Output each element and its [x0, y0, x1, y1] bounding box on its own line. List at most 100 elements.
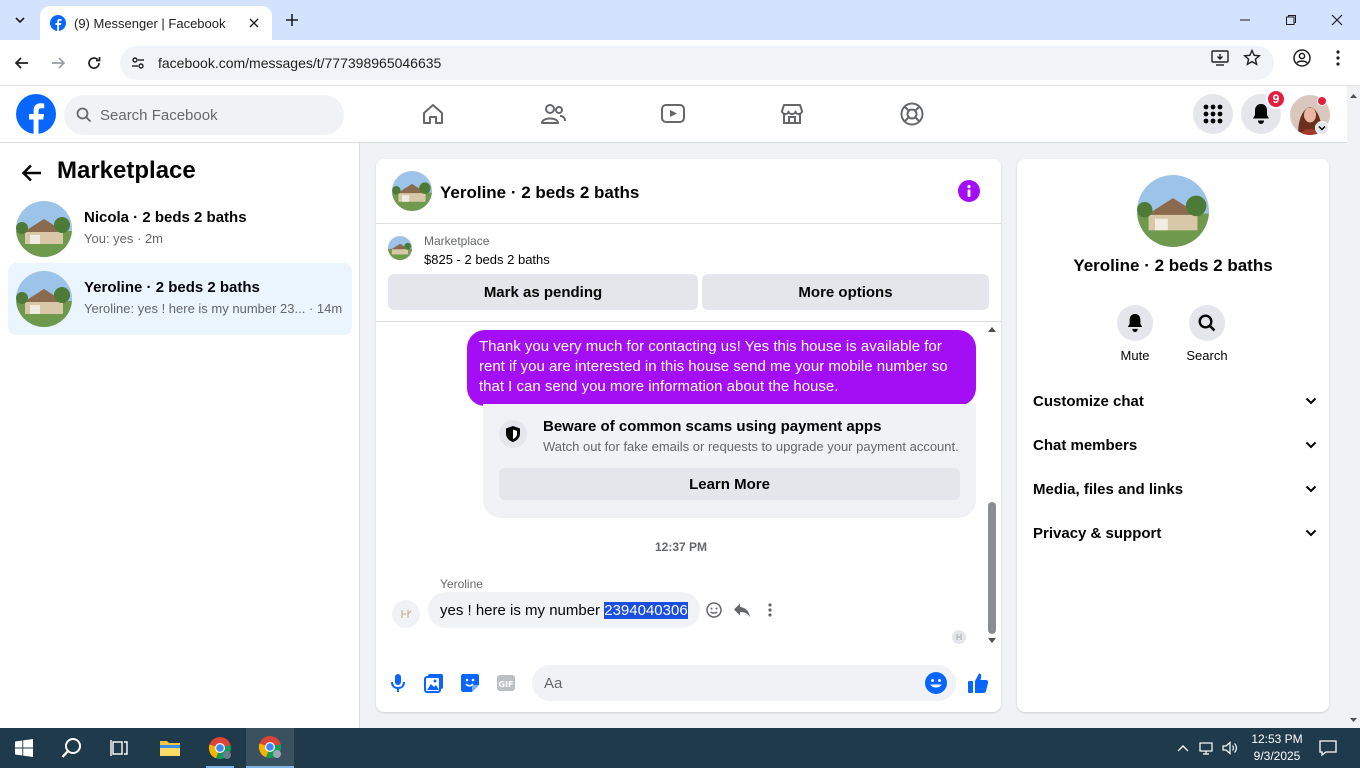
conversation-name: Nicola · 2 beds 2 baths — [84, 209, 247, 226]
profile-icon[interactable] — [1292, 48, 1312, 68]
mark-as-pending-button[interactable]: Mark as pending — [388, 274, 698, 310]
gif-icon[interactable]: GIF — [494, 671, 518, 695]
back-button[interactable] — [9, 50, 35, 76]
sticker-icon[interactable] — [458, 671, 482, 695]
reply-icon[interactable] — [733, 601, 751, 619]
section-label: Media, files and links — [1033, 480, 1184, 498]
clock-time: 12:53 PM — [1251, 732, 1303, 746]
site-settings-icon[interactable] — [130, 55, 146, 71]
search-in-chat-button[interactable]: Search — [1177, 305, 1237, 363]
photo-icon[interactable] — [422, 671, 446, 695]
bookmark-star-icon[interactable] — [1242, 48, 1262, 68]
reload-button[interactable] — [81, 50, 107, 76]
address-bar-row: facebook.com/messages/t/777398965046635 — [0, 40, 1360, 86]
restore-icon — [1286, 15, 1296, 25]
network-icon[interactable] — [1199, 740, 1215, 756]
facebook-logo-icon[interactable] — [16, 94, 56, 134]
marketplace-nav-icon[interactable] — [778, 100, 806, 128]
friends-nav-icon[interactable] — [539, 100, 567, 128]
thumbs-up-icon[interactable] — [966, 671, 990, 695]
chrome-active-taskbar-button[interactable] — [246, 728, 294, 768]
listing-thumbnail[interactable] — [388, 236, 412, 260]
task-view-button[interactable] — [96, 728, 144, 768]
chrome-icon — [258, 736, 281, 759]
forward-button[interactable] — [45, 50, 71, 76]
scroll-down-arrow-icon[interactable] — [987, 636, 997, 646]
minimize-button[interactable] — [1222, 0, 1268, 40]
file-explorer-button[interactable] — [146, 728, 194, 768]
account-chevron-icon[interactable] — [1315, 121, 1329, 135]
bell-icon — [1127, 314, 1143, 332]
svg-text:GIF: GIF — [498, 680, 513, 689]
scam-warning-title: Beware of common scams using payment app… — [543, 418, 882, 435]
home-nav-icon[interactable] — [419, 100, 447, 128]
profile-picture[interactable] — [1137, 175, 1209, 247]
video-nav-icon[interactable] — [659, 100, 687, 128]
info-icon[interactable] — [958, 180, 980, 202]
media-files-links-section[interactable]: Media, files and links — [1033, 474, 1317, 504]
section-label: Customize chat — [1033, 392, 1144, 410]
microphone-icon[interactable] — [386, 671, 410, 695]
facebook-search-box[interactable] — [64, 95, 344, 135]
privacy-support-section[interactable]: Privacy & support — [1033, 518, 1317, 548]
sender-avatar[interactable] — [392, 600, 420, 628]
incoming-message-text: yes ! here is my number — [440, 601, 605, 619]
panel-title: Marketplace — [57, 157, 196, 184]
scroll-up-arrow-icon[interactable] — [987, 324, 997, 334]
start-button[interactable] — [0, 728, 48, 768]
close-window-button[interactable] — [1314, 0, 1360, 40]
new-tab-button[interactable] — [282, 10, 302, 30]
url-bar[interactable]: facebook.com/messages/t/777398965046635 — [120, 46, 1274, 80]
more-options-button[interactable]: More options — [702, 274, 989, 310]
message-input[interactable] — [544, 674, 904, 692]
mute-label: Mute — [1120, 348, 1150, 363]
tab-search-button[interactable] — [6, 6, 34, 34]
page-scrollbar[interactable] — [1347, 86, 1360, 728]
gaming-nav-icon[interactable] — [898, 100, 926, 128]
chrome-taskbar-button[interactable] — [196, 728, 244, 768]
menu-grid-button[interactable] — [1193, 94, 1233, 134]
customize-chat-section[interactable]: Customize chat — [1033, 386, 1317, 416]
chat-panel: Yeroline · 2 beds 2 baths Marketplace $8… — [376, 159, 1001, 712]
conversation-item-active[interactable]: Yeroline · 2 beds 2 baths Yeroline: yes … — [8, 263, 352, 335]
close-icon — [1331, 14, 1343, 26]
chat-scrollbar[interactable] — [986, 322, 998, 649]
seen-indicator-avatar — [952, 630, 966, 644]
browser-tab[interactable]: (9) Messenger | Facebook — [40, 6, 272, 40]
listing-title[interactable]: $825 - 2 beds 2 baths — [424, 252, 550, 267]
taskbar-search-button[interactable] — [48, 728, 96, 768]
search-input[interactable] — [100, 106, 320, 124]
back-arrow-button[interactable] — [18, 159, 46, 187]
chat-title[interactable]: Yeroline · 2 beds 2 baths — [440, 183, 639, 203]
plus-icon — [286, 14, 298, 26]
show-hidden-icons-chevron-icon[interactable] — [1175, 740, 1191, 756]
chat-members-section[interactable]: Chat members — [1033, 430, 1317, 460]
url-text: facebook.com/messages/t/777398965046635 — [158, 55, 442, 71]
react-emoji-icon[interactable] — [705, 601, 723, 619]
system-clock[interactable]: 12:53 PM 9/3/2025 — [1238, 731, 1316, 765]
message-input-box[interactable] — [532, 665, 956, 701]
clock-date: 9/3/2025 — [1253, 749, 1301, 763]
conversation-name: Yeroline · 2 beds 2 baths — [84, 279, 260, 296]
mute-button[interactable]: Mute — [1105, 305, 1165, 363]
install-app-icon[interactable] — [1210, 48, 1230, 68]
bell-icon — [1253, 104, 1269, 124]
notification-badge: 9 — [1266, 89, 1286, 109]
conversation-item[interactable]: Nicola · 2 beds 2 baths You: yes · 2m — [8, 193, 352, 265]
learn-more-button[interactable]: Learn More — [499, 468, 960, 500]
more-actions-icon[interactable] — [761, 601, 779, 619]
browser-menu-icon[interactable] — [1328, 48, 1348, 68]
scam-warning-subtitle: Watch out for fake emails or requests to… — [543, 439, 959, 454]
tab-close-icon[interactable] — [246, 15, 262, 31]
emoji-icon[interactable] — [924, 671, 948, 695]
action-center-icon[interactable] — [1316, 736, 1340, 760]
scrollbar-thumb[interactable] — [988, 502, 996, 634]
marketplace-listing-bar: Marketplace $825 - 2 beds 2 baths Mark a… — [376, 224, 1001, 322]
chat-avatar[interactable] — [392, 171, 432, 211]
restore-button[interactable] — [1268, 0, 1314, 40]
search-icon — [1198, 314, 1216, 332]
selected-phone-number[interactable]: 2394040306 — [604, 601, 688, 619]
outgoing-message[interactable]: Thank you very much for contacting us! Y… — [467, 330, 976, 406]
incoming-message[interactable]: yes ! here is my number 2394040306 — [428, 592, 700, 628]
volume-icon[interactable] — [1222, 740, 1238, 756]
